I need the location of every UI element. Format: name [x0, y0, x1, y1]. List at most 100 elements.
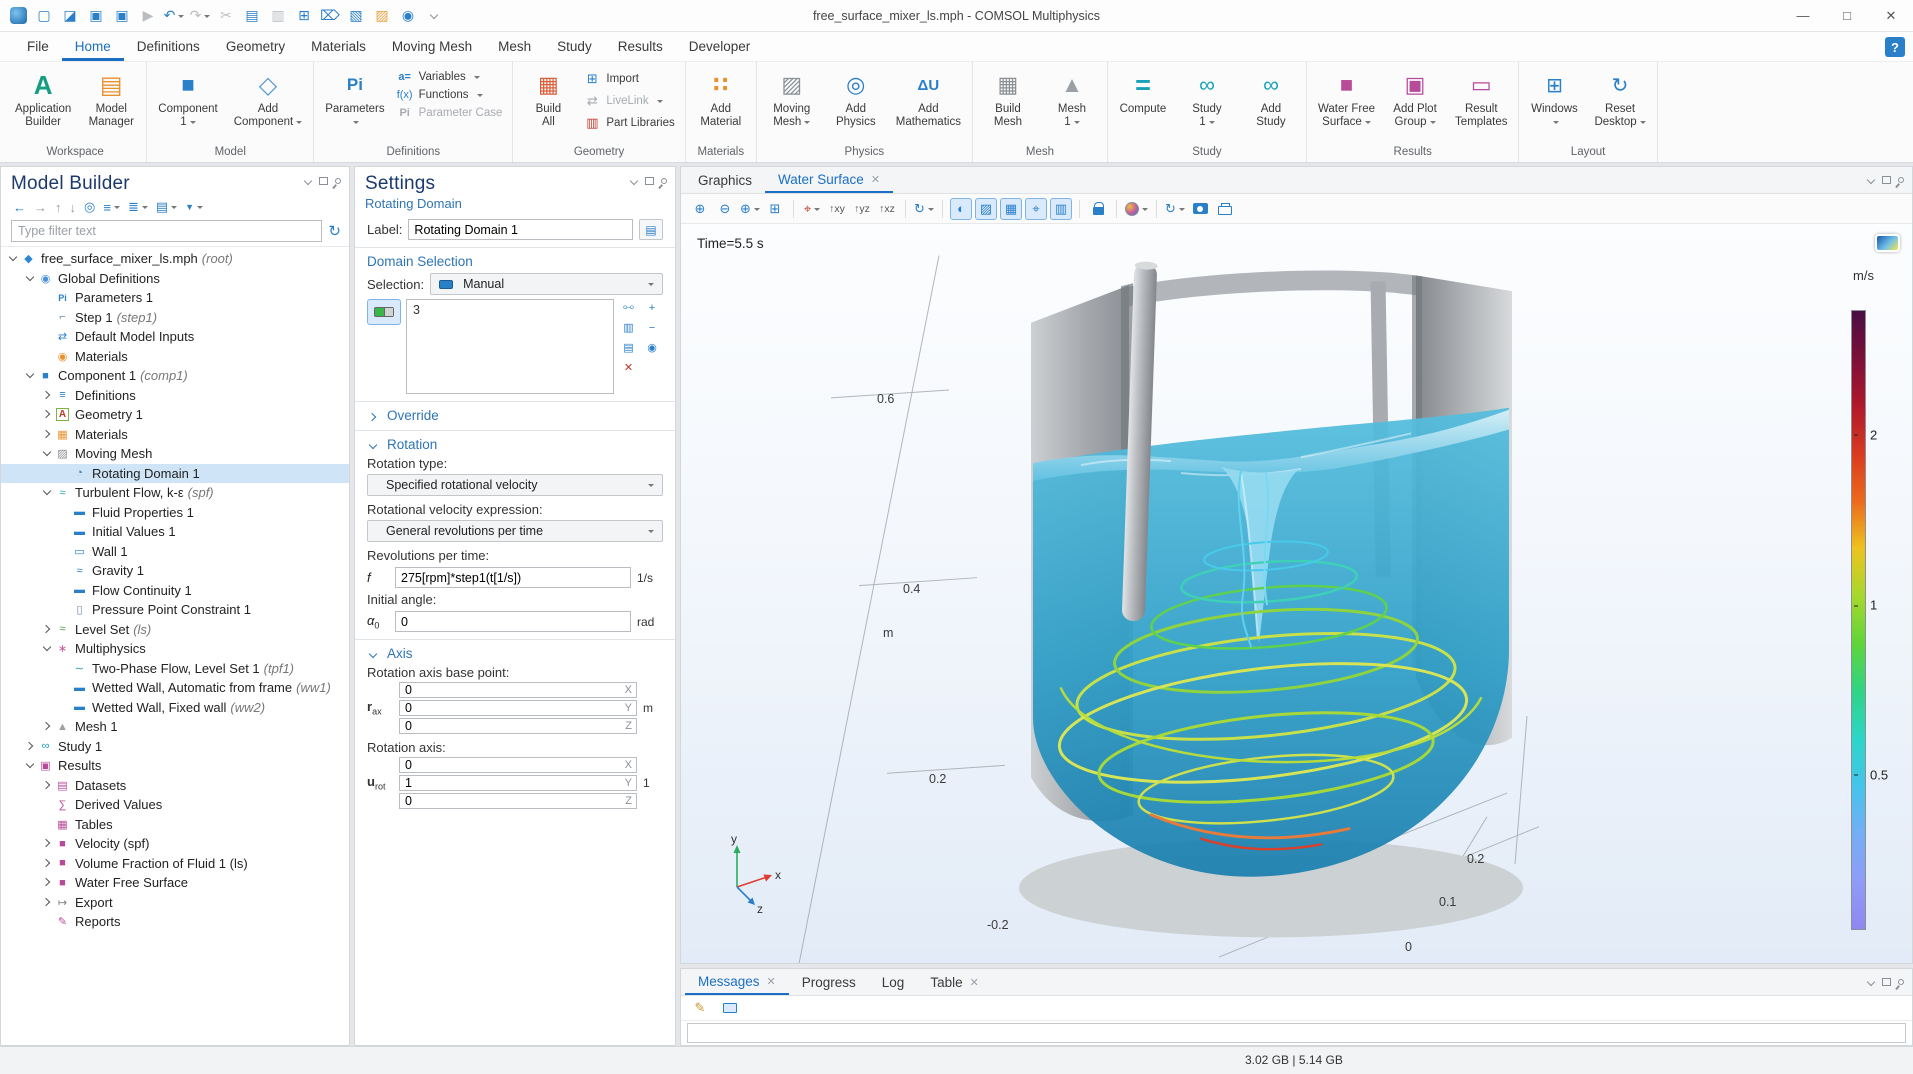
menu-materials[interactable]: Materials — [298, 32, 379, 61]
filter-icon[interactable]: ▼ — [183, 201, 205, 213]
tree-twisty-icon[interactable] — [41, 837, 54, 850]
move-down-icon[interactable]: ↓ — [68, 199, 79, 216]
rotation-axis-base-point-y-input[interactable] — [405, 701, 631, 715]
open-icon[interactable]: ◪ — [58, 4, 82, 28]
initial-angle-input[interactable] — [401, 615, 625, 629]
remove-from-selection-button[interactable]: − — [643, 319, 662, 336]
tree-item-export[interactable]: ↦Export — [1, 893, 349, 913]
rotate-view-icon[interactable]: ↻ — [913, 198, 935, 220]
tree-item-volume-fraction-of-fluid-1-ls[interactable]: ■Volume Fraction of Fluid 1 (ls) — [1, 854, 349, 874]
save-as-icon[interactable]: ▣ — [110, 4, 134, 28]
study-1-button[interactable]: ∞Study1 — [1176, 65, 1238, 144]
menu-moving-mesh[interactable]: Moving Mesh — [379, 32, 485, 61]
rename-expression-button[interactable]: ▤ — [639, 219, 663, 240]
tree-item-component-1[interactable]: ■Component 1(comp1) — [1, 366, 349, 386]
tree-twisty-icon[interactable] — [24, 369, 37, 382]
graphics-canvas[interactable]: Time=5.5 s 0.60.4m0.2-0.20.20.10 m/s 210… — [681, 224, 1912, 963]
tree-item-turbulent-flow-k[interactable]: ≈Turbulent Flow, k-ε(spf) — [1, 483, 349, 503]
snapshot-icon[interactable] — [1189, 198, 1211, 220]
add-to-selection-button[interactable]: + — [643, 299, 662, 316]
parameters-button[interactable]: PiParameters — [318, 65, 391, 144]
zoom-in-icon[interactable]: ⊕ — [689, 198, 711, 220]
rotational-velocity-expression-dropdown[interactable]: General revolutions per time — [367, 520, 663, 542]
maximize-button[interactable]: □ — [1825, 0, 1869, 31]
select-box-icon[interactable]: ▧ — [344, 4, 368, 28]
tree-item-geometry-1[interactable]: AGeometry 1 — [1, 405, 349, 425]
add-material-button[interactable]: ∷AddMaterial — [690, 65, 752, 144]
transparency-icon[interactable]: ▨ — [975, 198, 997, 220]
clear-log-icon[interactable]: ✎ — [689, 997, 711, 1019]
palette-icon[interactable] — [1124, 198, 1149, 220]
rotation-type-dropdown[interactable]: Specified rotational velocity — [367, 474, 663, 496]
add-physics-button[interactable]: ◎AddPhysics — [825, 65, 887, 144]
rotation-axis-y-input[interactable] — [405, 776, 631, 790]
tab-table[interactable]: Table✕ — [917, 969, 992, 995]
tree-item-wetted-wall-automatic-from-frame[interactable]: ▬Wetted Wall, Automatic from frame(ww1) — [1, 678, 349, 698]
windows-button[interactable]: ⊞Windows — [1523, 65, 1585, 144]
menu-definitions[interactable]: Definitions — [124, 32, 213, 61]
tree-item-global-definitions[interactable]: ◉Global Definitions — [1, 269, 349, 289]
close-tab-icon[interactable]: ✕ — [767, 975, 776, 988]
override-section-header[interactable]: Override — [367, 408, 663, 423]
toolbar-overflow-icon[interactable] — [422, 4, 446, 28]
tree-twisty-icon[interactable] — [24, 759, 37, 772]
float-icon[interactable] — [1882, 978, 1891, 986]
part-libraries-button[interactable]: ▥Part Libraries — [581, 113, 680, 133]
close-tab-icon[interactable]: ✕ — [871, 173, 880, 186]
clear-selection-icon[interactable]: ▨ — [370, 4, 394, 28]
zoom-extents-icon[interactable]: ⊞ — [764, 198, 786, 220]
rotation-section-header[interactable]: Rotation — [367, 437, 663, 452]
undo-icon[interactable]: ↶ — [162, 4, 186, 28]
parameter-case-button[interactable]: PiParameter Case — [394, 105, 509, 121]
selection-dropdown[interactable]: Manual — [430, 273, 663, 295]
livelink-button[interactable]: ⇄LiveLink — [581, 91, 680, 111]
selection-list[interactable]: 3 — [406, 299, 614, 394]
create-selection-button[interactable]: ⧟ — [619, 299, 638, 316]
paste-selection-button[interactable]: ▥ — [619, 319, 638, 336]
tree-item-tables[interactable]: ▦Tables — [1, 815, 349, 835]
redo-icon[interactable]: ↷ — [188, 4, 212, 28]
expand-all-icon[interactable]: ≣ — [126, 198, 150, 216]
tree-item-default-model-inputs[interactable]: ⇄Default Model Inputs — [1, 327, 349, 347]
tree-twisty-icon[interactable] — [41, 642, 54, 655]
tab-log[interactable]: Log — [869, 969, 918, 995]
paste-icon[interactable]: ▥ — [266, 4, 290, 28]
go-back-icon[interactable]: ← — [11, 199, 28, 216]
model-manager-button[interactable]: ▤ModelManager — [80, 65, 142, 144]
copy-selection-button[interactable]: ▤ — [619, 339, 638, 356]
chevron-down-icon[interactable] — [305, 178, 312, 185]
tree-item-rotating-domain-1[interactable]: ◔Rotating Domain 1 — [1, 464, 349, 484]
close-tab-icon[interactable]: ✕ — [970, 976, 979, 989]
clear-selection-button[interactable]: ✕ — [619, 359, 638, 376]
tree-item-moving-mesh[interactable]: ▨Moving Mesh — [1, 444, 349, 464]
tree-item-study-1[interactable]: ∞Study 1 — [1, 737, 349, 757]
float-icon[interactable] — [1882, 176, 1891, 184]
water-free-surface-button[interactable]: ■Water FreeSurface — [1311, 65, 1382, 144]
tree-item-datasets[interactable]: ▤Datasets — [1, 776, 349, 796]
menu-mesh[interactable]: Mesh — [485, 32, 544, 61]
component-button[interactable]: ■Component1 — [151, 65, 224, 144]
run-icon[interactable]: ▶ — [136, 4, 160, 28]
help-button[interactable]: ? — [1885, 37, 1905, 57]
axis-section-header[interactable]: Axis — [367, 646, 663, 661]
tree-twisty-icon[interactable] — [24, 740, 37, 753]
tree-twisty-icon[interactable] — [41, 623, 54, 636]
zoom-to-selection-button[interactable]: ◉ — [643, 339, 662, 356]
revolutions-per-time-input[interactable] — [401, 571, 625, 585]
rotation-axis-z-input[interactable] — [405, 794, 631, 808]
view-xy-icon[interactable]: ↑xy — [826, 198, 848, 220]
tree-item-gravity-1[interactable]: ≈Gravity 1 — [1, 561, 349, 581]
collapse-all-icon[interactable]: ≡ — [101, 199, 122, 216]
close-button[interactable]: ✕ — [1869, 0, 1913, 31]
default-view-icon[interactable]: ⌖ — [801, 198, 823, 220]
add-mathematics-button[interactable]: ΔUAddMathematics — [889, 65, 968, 144]
view-yz-icon[interactable]: ↑yz — [851, 198, 873, 220]
menu-home[interactable]: Home — [62, 32, 124, 61]
tree-item-free-surface-mixer-ls-mph[interactable]: ◆free_surface_mixer_ls.mph(root) — [1, 249, 349, 269]
tree-item-definitions[interactable]: ≡Definitions — [1, 386, 349, 406]
go-forward-icon[interactable]: → — [32, 199, 49, 216]
tree-twisty-icon[interactable] — [41, 896, 54, 909]
tree-twisty-icon[interactable] — [41, 389, 54, 402]
tree-twisty-icon[interactable] — [41, 720, 54, 733]
tree-twisty-icon[interactable] — [7, 252, 20, 265]
